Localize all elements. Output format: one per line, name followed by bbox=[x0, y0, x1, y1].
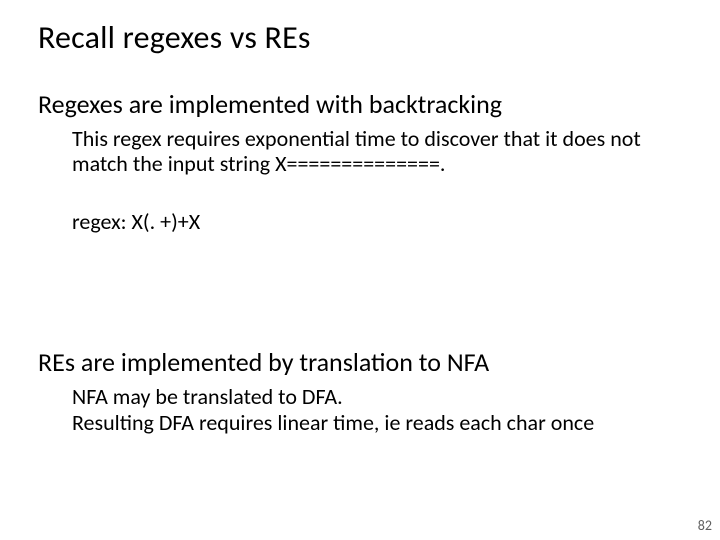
slide-title: Recall regexes vs REs bbox=[38, 18, 311, 57]
section1-heading: Regexes are implemented with backtrackin… bbox=[38, 90, 678, 120]
regex-expression: regex: X(. +)+X bbox=[72, 208, 678, 235]
section2-heading: REs are implemented by translation to NF… bbox=[38, 348, 678, 378]
section-regexes: Regexes are implemented with backtrackin… bbox=[38, 90, 678, 235]
page-number: 82 bbox=[698, 517, 712, 534]
section-res: REs are implemented by translation to NF… bbox=[38, 348, 678, 437]
section1-body: This regex requires exponential time to … bbox=[72, 126, 672, 177]
slide: Recall regexes vs REs Regexes are implem… bbox=[0, 0, 720, 540]
section2-line2: Resulting DFA requires linear time, ie r… bbox=[72, 410, 702, 436]
section2-line1: NFA may be translated to DFA. bbox=[72, 384, 702, 410]
